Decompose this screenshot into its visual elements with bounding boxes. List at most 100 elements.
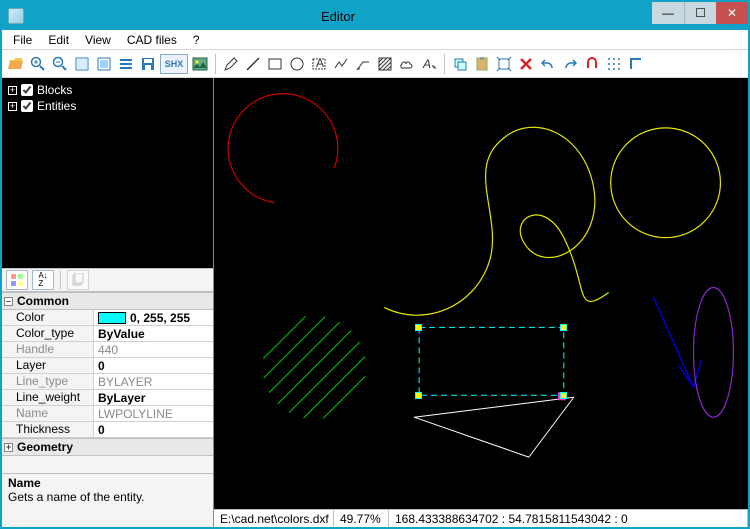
app-icon xyxy=(8,8,24,24)
prop-value: BYLAYER xyxy=(94,374,213,389)
zoom-out-button[interactable] xyxy=(50,54,70,74)
category-label: Geometry xyxy=(17,440,73,454)
pencil-tool-button[interactable] xyxy=(221,54,241,74)
undo-button[interactable] xyxy=(538,54,558,74)
delete-button[interactable] xyxy=(516,54,536,74)
svg-text:A: A xyxy=(316,56,324,70)
prop-name: Color xyxy=(2,310,94,325)
expand-icon[interactable]: + xyxy=(8,86,17,95)
ortho-button[interactable] xyxy=(626,54,646,74)
description-panel: Name Gets a name of the entity. xyxy=(2,473,213,527)
selection-handle[interactable] xyxy=(415,324,422,331)
prop-row-layer[interactable]: Layer 0 xyxy=(2,358,213,374)
menu-file[interactable]: File xyxy=(6,32,39,48)
prop-row-name: Name LWPOLYLINE xyxy=(2,406,213,422)
copy-button[interactable] xyxy=(450,54,470,74)
window-title: Editor xyxy=(24,9,652,24)
prop-toolbar-separator xyxy=(60,271,61,289)
shx-button[interactable]: SHX xyxy=(160,54,188,74)
expand-icon[interactable]: + xyxy=(4,443,13,452)
hatch-tool-button[interactable] xyxy=(375,54,395,74)
prop-value: 440 xyxy=(94,342,213,357)
toggle-a-button[interactable] xyxy=(72,54,92,74)
toolbar-separator xyxy=(215,54,216,74)
paste-button[interactable] xyxy=(472,54,492,74)
cloud-tool-button[interactable] xyxy=(397,54,417,74)
categorize-button[interactable] xyxy=(6,270,28,290)
prop-name: Color_type xyxy=(2,326,94,341)
app-window: Editor — ☐ ✕ File Edit View CAD files ? … xyxy=(0,0,750,529)
prop-value[interactable]: 0 xyxy=(94,358,213,373)
minimize-button[interactable]: — xyxy=(652,2,684,24)
toolbar: SHX A A xyxy=(2,50,748,78)
prop-value[interactable]: 0 xyxy=(94,422,213,437)
line-tool-button[interactable] xyxy=(243,54,263,74)
tree-node-entities[interactable]: + Entities xyxy=(8,98,207,114)
prop-name: Name xyxy=(2,406,94,421)
prop-name: Thickness xyxy=(2,422,94,437)
menu-help[interactable]: ? xyxy=(186,32,207,48)
tree-label: Entities xyxy=(37,99,76,113)
mtext-tool-button[interactable]: A xyxy=(419,54,439,74)
property-toolbar: A↓Z xyxy=(2,268,213,292)
circle-tool-button[interactable] xyxy=(287,54,307,74)
prop-row-colortype[interactable]: Color_type ByValue xyxy=(2,326,213,342)
category-label: Common xyxy=(17,294,69,308)
tree-panel[interactable]: + Blocks + Entities xyxy=(2,78,213,268)
prop-name: Layer xyxy=(2,358,94,373)
svg-text:A: A xyxy=(422,57,431,71)
prop-row-color[interactable]: Color 0, 255, 255 xyxy=(2,310,213,326)
drawing-canvas[interactable] xyxy=(214,78,748,509)
property-grid[interactable]: – Common Color 0, 255, 255 Color_type By… xyxy=(2,292,213,473)
snap-button[interactable] xyxy=(582,54,602,74)
maximize-button[interactable]: ☐ xyxy=(684,2,716,24)
prop-pages-button[interactable] xyxy=(67,270,89,290)
menu-view[interactable]: View xyxy=(78,32,118,48)
grid-button[interactable] xyxy=(604,54,624,74)
status-zoom: 49.77% xyxy=(334,510,389,527)
status-coords: 168.433388634702 : 54.7815811543042 : 0 xyxy=(389,510,748,527)
prop-value[interactable]: ByLayer xyxy=(94,390,213,405)
tree-node-blocks[interactable]: + Blocks xyxy=(8,82,207,98)
toolbar-separator xyxy=(444,54,445,74)
titlebar[interactable]: Editor — ☐ ✕ xyxy=(2,2,748,30)
description-title: Name xyxy=(8,476,207,490)
prop-value[interactable]: ByValue xyxy=(94,326,213,341)
category-common[interactable]: – Common xyxy=(2,292,213,310)
menu-edit[interactable]: Edit xyxy=(41,32,76,48)
description-text: Gets a name of the entity. xyxy=(8,490,207,504)
category-geometry[interactable]: + Geometry xyxy=(2,438,213,456)
selection-handle[interactable] xyxy=(560,324,567,331)
prop-value: LWPOLYLINE xyxy=(94,406,213,421)
image-button[interactable] xyxy=(190,54,210,74)
selection-handle[interactable] xyxy=(560,392,567,399)
prop-name: Line_type xyxy=(2,374,94,389)
zoom-in-button[interactable] xyxy=(28,54,48,74)
open-file-button[interactable] xyxy=(6,54,26,74)
prop-row-linetype: Line_type BYLAYER xyxy=(2,374,213,390)
tree-checkbox-blocks[interactable] xyxy=(21,84,33,96)
left-panel: + Blocks + Entities A↓Z – C xyxy=(2,78,214,527)
menu-cadfiles[interactable]: CAD files xyxy=(120,32,184,48)
close-button[interactable]: ✕ xyxy=(716,2,748,24)
statusbar: E:\cad.net\colors.dxf 49.77% 168.4333886… xyxy=(214,509,748,527)
status-path: E:\cad.net\colors.dxf xyxy=(214,510,334,527)
text-tool-button[interactable]: A xyxy=(309,54,329,74)
sort-az-button[interactable]: A↓Z xyxy=(32,270,54,290)
rect-tool-button[interactable] xyxy=(265,54,285,74)
save-button[interactable] xyxy=(138,54,158,74)
layers-button[interactable] xyxy=(116,54,136,74)
leader-tool-button[interactable] xyxy=(353,54,373,74)
tree-checkbox-entities[interactable] xyxy=(21,100,33,112)
extents-button[interactable] xyxy=(494,54,514,74)
collapse-icon[interactable]: – xyxy=(4,297,13,306)
redo-button[interactable] xyxy=(560,54,580,74)
expand-icon[interactable]: + xyxy=(8,102,17,111)
polyline-tool-button[interactable] xyxy=(331,54,351,74)
toggle-b-button[interactable] xyxy=(94,54,114,74)
selection-handle[interactable] xyxy=(415,392,422,399)
prop-name: Handle xyxy=(2,342,94,357)
prop-value[interactable]: 0, 255, 255 xyxy=(94,310,213,325)
prop-row-lineweight[interactable]: Line_weight ByLayer xyxy=(2,390,213,406)
prop-row-thickness[interactable]: Thickness 0 xyxy=(2,422,213,438)
